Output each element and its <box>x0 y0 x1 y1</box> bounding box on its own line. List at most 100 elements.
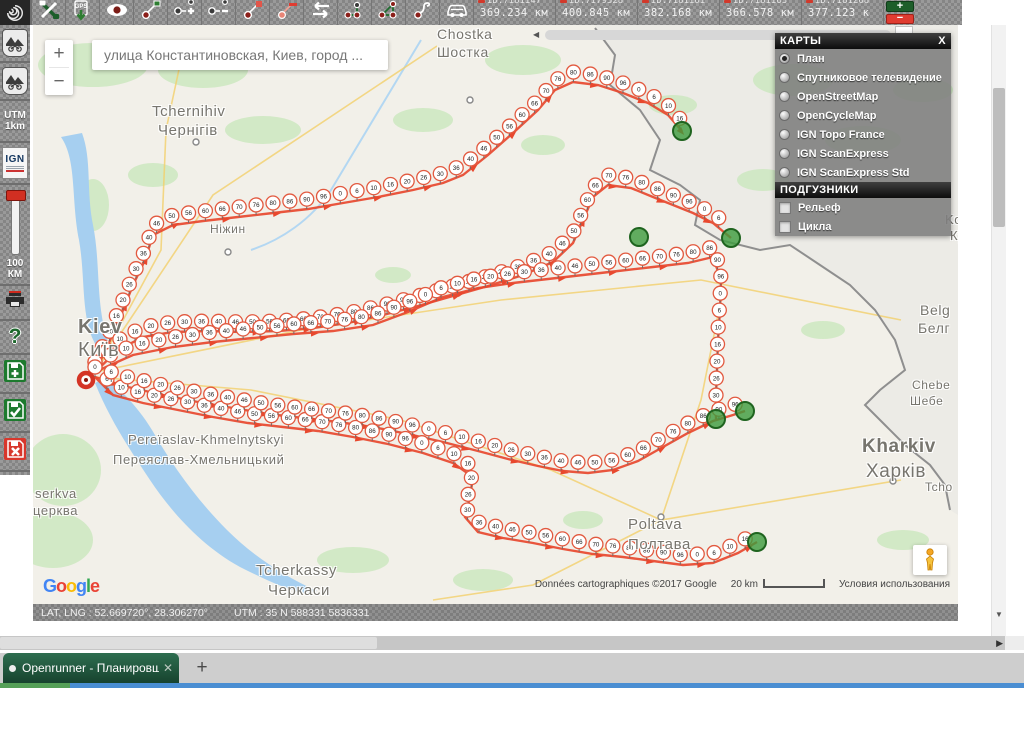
toolbar-delete-point-button[interactable] <box>202 0 236 25</box>
new-tab-button[interactable]: + <box>192 658 212 678</box>
toolbar-car-route-button[interactable] <box>440 0 474 25</box>
radio-icon[interactable] <box>779 110 790 121</box>
sidebar-ign-layer-button[interactable]: IGN <box>0 143 30 185</box>
layer-option-ign-scanexpress-std[interactable]: IGN ScanExpress Std <box>775 163 951 182</box>
tab-title: Openrunner - Планировщ <box>22 661 159 675</box>
layer-option-opencyclemap[interactable]: OpenCycleMap <box>775 106 951 125</box>
toolbar-add-point-button[interactable] <box>134 0 168 25</box>
svg-text:0: 0 <box>427 426 431 433</box>
layer-option-ign-scanexpress[interactable]: IGN ScanExpress <box>775 144 951 163</box>
vertical-scrollbar[interactable]: ▼ <box>991 25 1006 636</box>
layer-option-ign-topo-france[interactable]: IGN Topo France <box>775 125 951 144</box>
scroll-down-icon[interactable]: ▼ <box>992 610 1006 619</box>
svg-text:10: 10 <box>726 543 733 550</box>
scroll-right-icon[interactable]: ▶ <box>996 638 1003 649</box>
layer-option-спутниковое-телевидение[interactable]: Спутниковое телевидение <box>775 68 951 87</box>
route-remove-dash-icon[interactable] <box>806 0 813 3</box>
add-route-button[interactable]: + <box>886 1 914 12</box>
route-distance: 366.578 км <box>720 7 801 19</box>
layers-panel-close-icon[interactable]: X <box>938 35 946 47</box>
route-remove-dash-icon[interactable] <box>642 0 649 3</box>
route-panels: ID:7181147369.234 кмID:7179528400.845 км… <box>474 0 884 25</box>
radio-icon[interactable] <box>779 129 790 140</box>
sidebar-save-confirm-button[interactable] <box>0 394 30 433</box>
layer-option-openstreetmap[interactable]: OpenStreetMap <box>775 87 951 106</box>
zoom-slider-track[interactable] <box>11 191 20 255</box>
car-route-icon <box>444 0 470 26</box>
radio-icon[interactable] <box>779 167 790 178</box>
toolbar-end-segment-button[interactable] <box>236 0 270 25</box>
checkbox-icon[interactable] <box>779 221 791 233</box>
svg-text:26: 26 <box>420 175 427 182</box>
sidebar-help-button[interactable]: ? <box>0 321 30 355</box>
radio-icon[interactable] <box>779 91 790 102</box>
layer-option-план[interactable]: План <box>775 49 951 68</box>
sidebar-route-marker-preview-1-button[interactable] <box>0 25 30 63</box>
svg-text:16: 16 <box>139 340 146 347</box>
sidebar-save-delete-button[interactable] <box>0 433 30 472</box>
map-label: Kiev <box>78 316 123 339</box>
svg-text:76: 76 <box>673 252 680 259</box>
svg-text:30: 30 <box>184 399 191 406</box>
toolbar-curve-path-button[interactable] <box>406 0 440 25</box>
overlay-option-цикла[interactable]: Цикла <box>775 217 951 236</box>
radio-icon[interactable] <box>779 53 790 64</box>
horizontal-scrollbar-thumb[interactable] <box>0 637 377 649</box>
svg-text:26: 26 <box>174 385 181 392</box>
map-label: церква <box>33 503 78 518</box>
svg-text:36: 36 <box>198 318 205 325</box>
map-label: Полтава <box>628 536 691 553</box>
toolbar-remove-segment-button[interactable] <box>270 0 304 25</box>
tab-close-icon[interactable]: ✕ <box>159 661 173 675</box>
svg-text:16: 16 <box>134 389 141 396</box>
zoom-slider-handle[interactable] <box>6 190 26 201</box>
toolbar-edit-tools-button[interactable] <box>32 0 66 25</box>
map-scroll-left-icon[interactable]: ◀ <box>533 30 539 39</box>
pegman-button[interactable] <box>913 545 947 575</box>
terms-link[interactable]: Условия использования <box>839 579 950 590</box>
radio-icon[interactable] <box>779 148 790 159</box>
sidebar-print-button[interactable] <box>0 286 30 321</box>
svg-text:76: 76 <box>335 422 342 429</box>
google-logo[interactable]: Google <box>43 576 99 597</box>
openrunner-logo-icon[interactable] <box>0 0 32 25</box>
overlay-option-рельеф[interactable]: Рельеф <box>775 198 951 217</box>
map-label: Pereïaslav-Khmelnytskyi <box>128 432 284 447</box>
sidebar-route-marker-preview-2-button[interactable] <box>0 63 30 101</box>
svg-text:46: 46 <box>480 146 487 153</box>
svg-text:26: 26 <box>167 396 174 403</box>
mtb-marker-icon <box>2 29 28 57</box>
horizontal-scrollbar[interactable]: ▶ <box>0 636 1005 650</box>
latlng-readout: LAT, LNG : 52.669720°, 28.306270° <box>41 607 208 619</box>
sidebar-utm-grid-toggle-button[interactable]: UTM1km <box>0 101 30 143</box>
radio-icon[interactable] <box>779 72 790 83</box>
route-panel[interactable]: ID:7181268377.123 к <box>802 0 884 25</box>
toolbar-polyline-close-button[interactable] <box>372 0 406 25</box>
toolbar-polyline-nodes-button[interactable] <box>338 0 372 25</box>
map-canvas[interactable]: 0610162026303640465056606670768086909606… <box>33 25 958 604</box>
vertical-scrollbar-thumb[interactable] <box>993 88 1005 227</box>
zoom-in-button[interactable]: + <box>45 40 73 67</box>
toolbar-eye-view-button[interactable] <box>100 0 134 25</box>
route-remove-dash-icon[interactable] <box>560 0 567 3</box>
zoom-out-button[interactable]: − <box>45 68 73 95</box>
toolbar-insert-point-button[interactable] <box>168 0 202 25</box>
svg-text:56: 56 <box>605 259 612 266</box>
route-remove-dash-icon[interactable] <box>478 0 485 3</box>
svg-text:60: 60 <box>622 257 629 264</box>
route-panel[interactable]: ID:7181161382.168 км <box>638 0 720 25</box>
active-tab[interactable]: Openrunner - Планировщ ✕ <box>3 653 179 683</box>
map-label: Белг <box>918 320 950 336</box>
route-remove-dash-icon[interactable] <box>724 0 731 3</box>
route-panel[interactable]: ID:7179528400.845 км <box>556 0 638 25</box>
checkbox-icon[interactable] <box>779 202 791 214</box>
sidebar-zoom-slider-button[interactable]: 100КМ <box>0 185 30 286</box>
route-panel[interactable]: ID:7181147369.234 км <box>474 0 556 25</box>
toolbar-reverse-route-button[interactable] <box>304 0 338 25</box>
toolbar-gps-download-button[interactable]: GPS <box>66 0 100 25</box>
sidebar-save-new-button[interactable] <box>0 355 30 394</box>
search-input[interactable] <box>92 40 388 70</box>
route-panel[interactable]: ID:7181163366.578 км <box>720 0 802 25</box>
eye-view-icon <box>105 0 129 26</box>
remove-route-button[interactable]: − <box>886 14 914 25</box>
